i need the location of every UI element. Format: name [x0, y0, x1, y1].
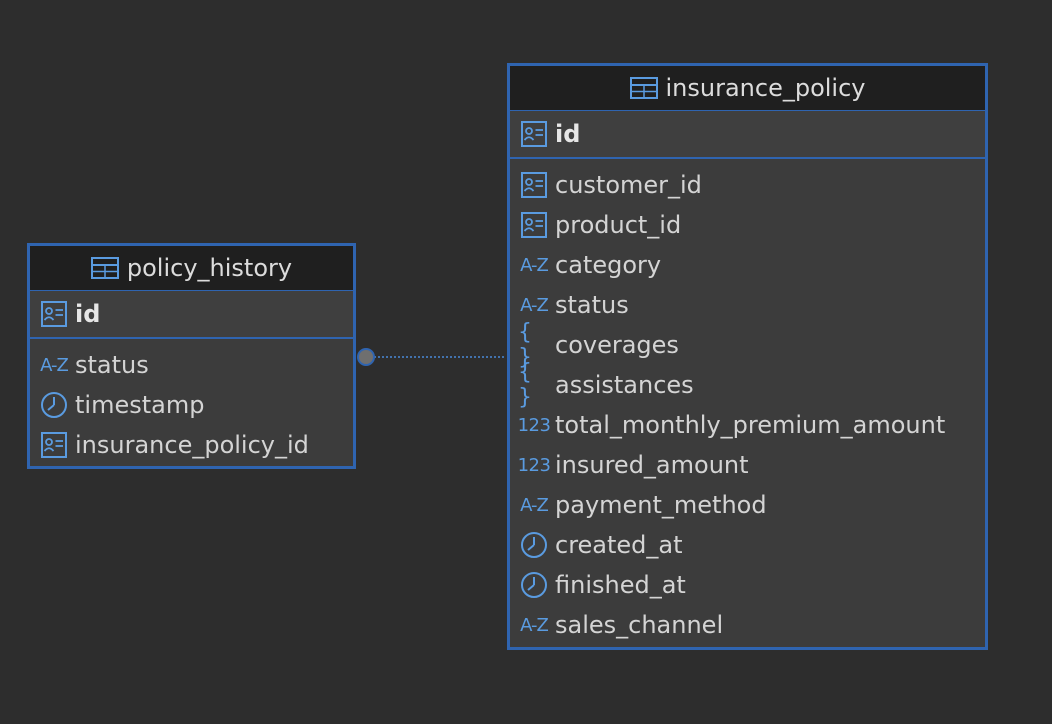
- column-list: customer_id product_id A-Z category A-Z statu…: [510, 159, 985, 645]
- text-type-icon: A-Z: [40, 354, 69, 376]
- table-icon: [90, 257, 119, 279]
- json-type-icon: { }: [518, 360, 534, 410]
- table-icon: [629, 77, 658, 99]
- column-row[interactable]: product_id: [510, 205, 985, 245]
- column-row[interactable]: A-Z sales_channel: [510, 605, 985, 645]
- text-type-icon: A-Z: [520, 294, 549, 316]
- primary-key-row[interactable]: id: [510, 111, 985, 159]
- primary-key-name: id: [75, 300, 101, 328]
- entity-insurance-policy[interactable]: insurance_policy id customer_id product_i…: [507, 63, 988, 650]
- column-name: customer_id: [555, 171, 702, 199]
- id-card-icon: [38, 429, 70, 461]
- text-type-icon: A-Z: [520, 254, 549, 276]
- relationship-endpoint[interactable]: [357, 348, 375, 366]
- column-name: coverages: [555, 331, 679, 359]
- text-type-icon: A-Z: [520, 494, 549, 516]
- primary-key-row[interactable]: id: [30, 291, 353, 339]
- column-row[interactable]: timestamp: [30, 385, 353, 425]
- column-row[interactable]: 123 total_monthly_premium_amount: [510, 405, 985, 445]
- column-list: A-Z status timestamp insurance_policy_id: [30, 339, 353, 465]
- column-name: finished_at: [555, 571, 686, 599]
- column-row[interactable]: A-Z status: [510, 285, 985, 325]
- number-type-icon: 123: [517, 454, 551, 476]
- column-row[interactable]: A-Z payment_method: [510, 485, 985, 525]
- id-card-icon: [518, 118, 550, 150]
- column-name: status: [75, 351, 149, 379]
- number-type-icon: 123: [517, 414, 551, 436]
- column-name: insurance_policy_id: [75, 431, 309, 459]
- column-row[interactable]: { } assistances: [510, 360, 985, 410]
- column-name: sales_channel: [555, 611, 724, 639]
- column-row[interactable]: finished_at: [510, 565, 985, 605]
- column-row[interactable]: { } coverages: [510, 320, 985, 370]
- column-row[interactable]: insurance_policy_id: [30, 425, 353, 465]
- column-name: product_id: [555, 211, 682, 239]
- column-row[interactable]: A-Z status: [30, 345, 353, 385]
- column-name: category: [555, 251, 662, 279]
- primary-key-name: id: [555, 120, 581, 148]
- column-row[interactable]: customer_id: [510, 165, 985, 205]
- id-card-icon: [38, 298, 70, 330]
- column-name: created_at: [555, 531, 683, 559]
- clock-icon: [38, 389, 70, 421]
- column-name: assistances: [555, 371, 694, 399]
- column-row[interactable]: 123 insured_amount: [510, 445, 985, 485]
- column-name: timestamp: [75, 391, 205, 419]
- entity-title: policy_history: [126, 254, 293, 282]
- column-name: status: [555, 291, 629, 319]
- id-card-icon: [518, 169, 550, 201]
- entity-header[interactable]: insurance_policy: [510, 66, 985, 111]
- json-type-icon: { }: [518, 320, 534, 370]
- column-row[interactable]: A-Z category: [510, 245, 985, 285]
- column-row[interactable]: created_at: [510, 525, 985, 565]
- clock-icon: [518, 529, 550, 561]
- entity-policy-history[interactable]: policy_history id A-Z status timestamp insu…: [27, 243, 356, 469]
- text-type-icon: A-Z: [520, 614, 549, 636]
- entity-header[interactable]: policy_history: [30, 246, 353, 291]
- column-name: total_monthly_premium_amount: [555, 411, 946, 439]
- entity-title: insurance_policy: [665, 74, 866, 102]
- column-name: payment_method: [555, 491, 767, 519]
- id-card-icon: [518, 209, 550, 241]
- column-name: insured_amount: [555, 451, 749, 479]
- clock-icon: [518, 569, 550, 601]
